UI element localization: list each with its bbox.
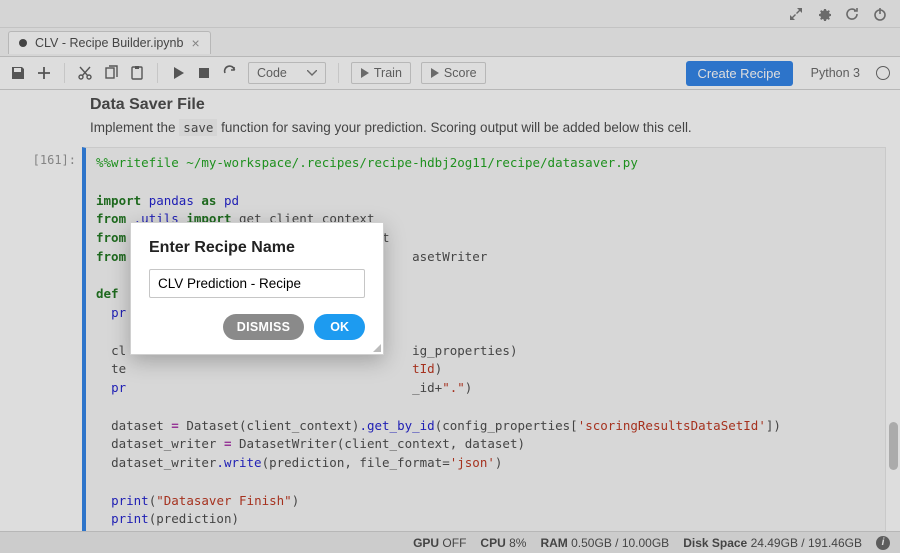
- restart-icon[interactable]: [222, 65, 238, 81]
- save-icon[interactable]: [10, 65, 26, 81]
- md-text: Implement the save function for saving y…: [90, 120, 880, 135]
- separator: [64, 63, 65, 83]
- notebook-toolbar: Code Train Score Create Recipe Python 3: [0, 56, 900, 90]
- cell-type-select[interactable]: Code: [248, 62, 326, 84]
- kernel-status-icon[interactable]: [876, 66, 890, 80]
- play-icon: [360, 68, 370, 78]
- score-button[interactable]: Score: [421, 62, 486, 84]
- tab-title: CLV - Recipe Builder.ipynb: [35, 36, 183, 50]
- run-icon[interactable]: [170, 65, 186, 81]
- expand-icon[interactable]: [788, 6, 804, 22]
- cell-type-label: Code: [257, 66, 287, 80]
- create-recipe-button[interactable]: Create Recipe: [686, 61, 793, 86]
- tab-strip: CLV - Recipe Builder.ipynb ×: [0, 28, 900, 56]
- markdown-cell[interactable]: Data Saver File Implement the save funct…: [0, 90, 900, 143]
- copy-icon[interactable]: [103, 65, 119, 81]
- notebook-tab[interactable]: CLV - Recipe Builder.ipynb ×: [8, 31, 211, 54]
- window-top-bar: [0, 0, 900, 28]
- recipe-name-dialog: Enter Recipe Name DISMISS OK: [130, 222, 384, 355]
- md-heading: Data Saver File: [90, 96, 880, 114]
- stop-icon[interactable]: [196, 65, 212, 81]
- score-label: Score: [444, 66, 477, 80]
- train-label: Train: [374, 66, 402, 80]
- dismiss-label: DISMISS: [237, 320, 291, 334]
- dismiss-button[interactable]: DISMISS: [223, 314, 305, 340]
- recipe-name-input[interactable]: [149, 269, 365, 298]
- scrollbar-thumb[interactable]: [889, 422, 898, 470]
- train-button[interactable]: Train: [351, 62, 411, 84]
- status-disk: Disk Space 24.49GB / 191.46GB: [683, 536, 862, 550]
- refresh-icon[interactable]: [844, 6, 860, 22]
- chevron-down-icon: [307, 70, 317, 76]
- separator: [338, 63, 339, 83]
- ok-button[interactable]: OK: [314, 314, 365, 340]
- gear-icon[interactable]: [816, 6, 832, 22]
- power-icon[interactable]: [872, 6, 888, 22]
- kernel-name[interactable]: Python 3: [803, 66, 860, 80]
- dirty-dot-icon: [19, 39, 27, 47]
- create-recipe-label: Create Recipe: [698, 66, 781, 81]
- paste-icon[interactable]: [129, 65, 145, 81]
- info-icon[interactable]: i: [876, 536, 890, 550]
- add-icon[interactable]: [36, 65, 52, 81]
- prompt-161: [161]:: [14, 147, 86, 536]
- status-gpu: GPU OFF: [413, 536, 466, 550]
- cut-icon[interactable]: [77, 65, 93, 81]
- separator: [157, 63, 158, 83]
- dialog-title: Enter Recipe Name: [149, 239, 365, 257]
- play-icon: [430, 68, 440, 78]
- resize-handle-icon[interactable]: [371, 342, 381, 352]
- status-cpu: CPU 8%: [480, 536, 526, 550]
- status-bar: GPU OFF CPU 8% RAM 0.50GB / 10.00GB Disk…: [0, 531, 900, 553]
- app-frame: CLV - Recipe Builder.ipynb × Code Train …: [0, 0, 900, 553]
- close-icon[interactable]: ×: [191, 36, 199, 50]
- status-ram: RAM 0.50GB / 10.00GB: [540, 536, 669, 550]
- ok-label: OK: [330, 320, 349, 334]
